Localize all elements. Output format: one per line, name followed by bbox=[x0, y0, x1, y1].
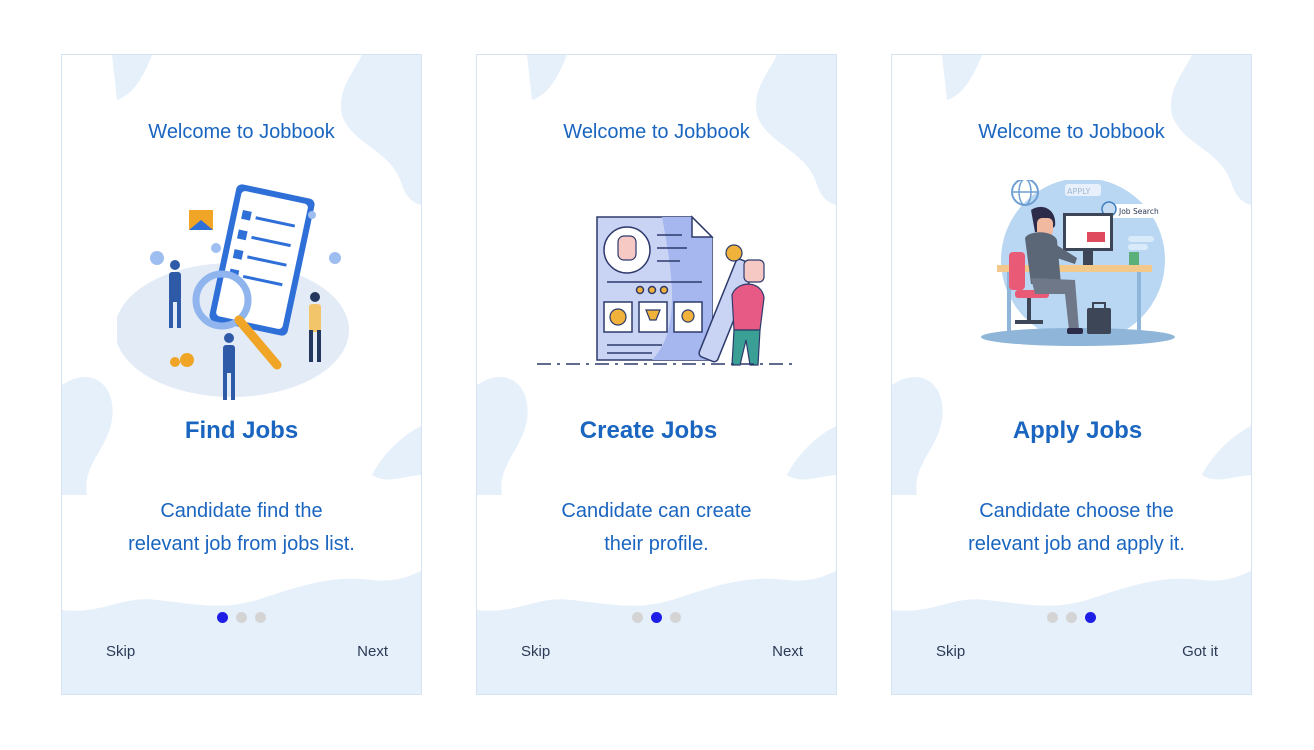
screen-title: Create Jobs bbox=[579, 417, 718, 444]
onboarding-screen-create-jobs: Welcome to Jobbook Create Jobs Candidate… bbox=[476, 54, 837, 695]
page-dot-2[interactable] bbox=[1066, 612, 1077, 623]
create-profile-illustration bbox=[537, 215, 792, 366]
onboarding-screen-find-jobs: Welcome to Jobbook Find Jobs Candidate f… bbox=[61, 54, 422, 695]
next-button[interactable]: Next bbox=[772, 643, 803, 660]
description-line-2: their profile. bbox=[604, 533, 709, 555]
pagination-dots bbox=[477, 612, 836, 623]
description-line-1: Candidate choose the bbox=[979, 500, 1174, 522]
description-line-1: Candidate find the bbox=[160, 500, 323, 522]
description-line-2: relevant job and apply it. bbox=[968, 533, 1185, 555]
page-dot-3[interactable] bbox=[670, 612, 681, 623]
job-search-label: Job Search bbox=[1118, 207, 1159, 216]
pagination-dots bbox=[62, 612, 421, 623]
page-dot-1-active[interactable] bbox=[217, 612, 228, 623]
screen-title: Find Jobs bbox=[184, 417, 299, 444]
page-dot-2[interactable] bbox=[236, 612, 247, 623]
got-it-button[interactable]: Got it bbox=[1182, 643, 1218, 660]
skip-button[interactable]: Skip bbox=[936, 643, 965, 660]
page-dot-1[interactable] bbox=[1047, 612, 1058, 623]
page-dot-1[interactable] bbox=[632, 612, 643, 623]
screen-description: Candidate can create their profile. bbox=[507, 495, 806, 561]
apply-tag-text: APPLY bbox=[1067, 187, 1091, 196]
screen-title: Apply Jobs bbox=[1012, 417, 1143, 444]
welcome-heading: Welcome to Jobbook bbox=[148, 121, 335, 143]
onboarding-screen-apply-jobs: Welcome to Jobbook APPLY Job Search Appl… bbox=[891, 54, 1252, 695]
page-dot-2-active[interactable] bbox=[651, 612, 662, 623]
welcome-heading: Welcome to Jobbook bbox=[563, 121, 750, 143]
screen-description: Candidate choose the relevant job and ap… bbox=[912, 495, 1241, 561]
skip-button[interactable]: Skip bbox=[106, 643, 135, 660]
description-line-2: relevant job from jobs list. bbox=[128, 533, 355, 555]
description-line-1: Candidate can create bbox=[561, 500, 752, 522]
next-button[interactable]: Next bbox=[357, 643, 388, 660]
screen-description: Candidate find the relevant job from job… bbox=[92, 495, 391, 561]
page-dot-3-active[interactable] bbox=[1085, 612, 1096, 623]
find-jobs-illustration bbox=[117, 184, 349, 400]
page-dot-3[interactable] bbox=[255, 612, 266, 623]
pagination-dots bbox=[892, 612, 1251, 623]
skip-button[interactable]: Skip bbox=[521, 643, 550, 660]
apply-jobs-illustration: APPLY Job Search bbox=[981, 180, 1175, 346]
welcome-heading: Welcome to Jobbook bbox=[978, 121, 1165, 143]
